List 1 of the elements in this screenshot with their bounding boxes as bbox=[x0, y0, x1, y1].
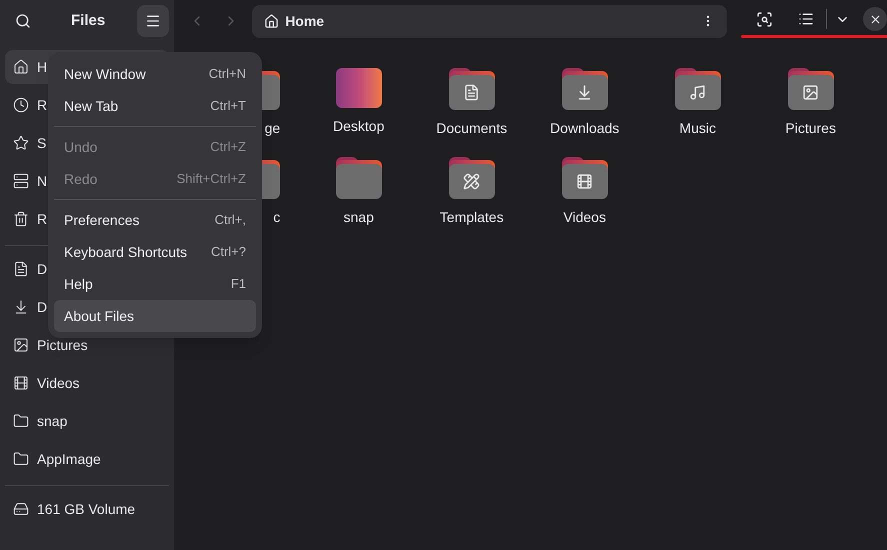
sidebar-title: Files bbox=[71, 10, 106, 31]
